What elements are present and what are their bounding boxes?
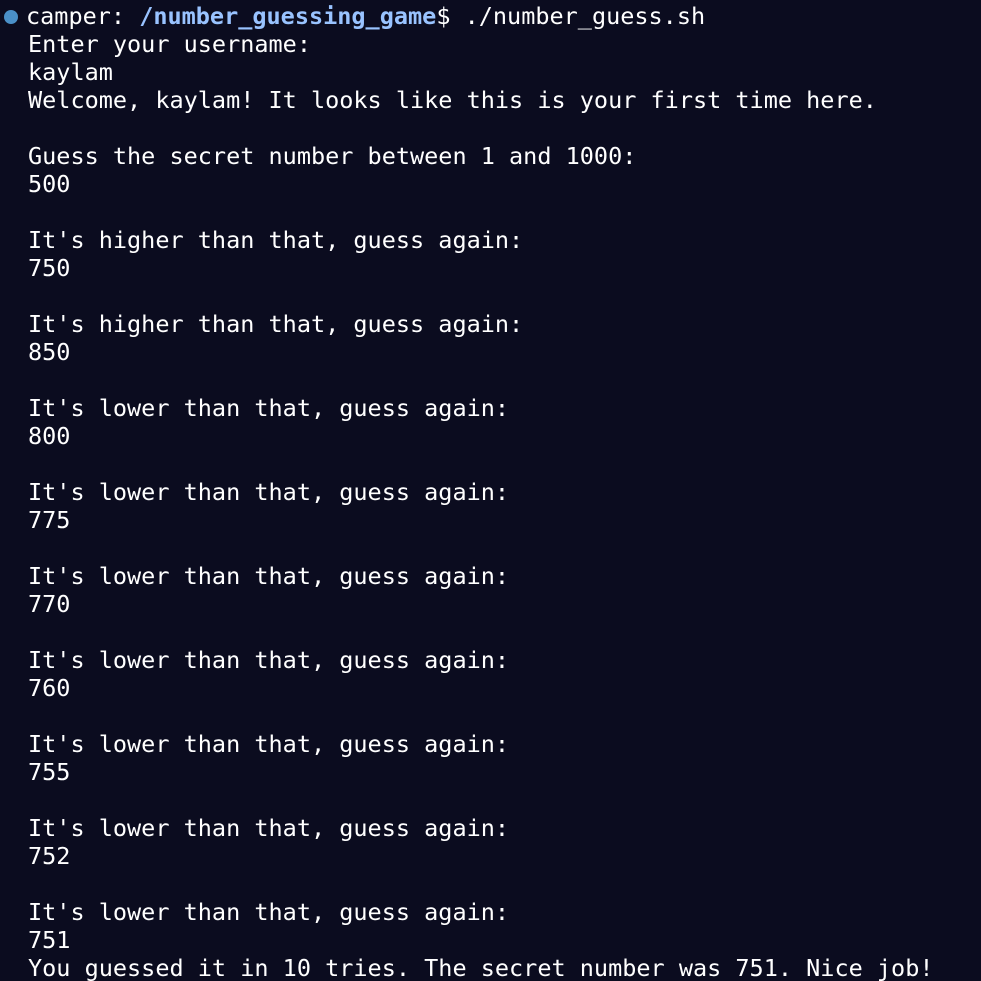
- guess-input: 751: [28, 926, 71, 954]
- hint-message: It's lower than that, guess again:: [28, 814, 510, 842]
- prompt-command: $ ./number_guess.sh: [436, 2, 706, 30]
- hint-message: It's lower than that, guess again:: [28, 478, 510, 506]
- guess-input: 750: [28, 254, 71, 282]
- guess-input: 755: [28, 758, 71, 786]
- guess-input: 760: [28, 674, 71, 702]
- hint-message: It's lower than that, guess again:: [28, 562, 510, 590]
- guess-prompt: Guess the secret number between 1 and 10…: [28, 142, 637, 170]
- guess-input: 500: [28, 170, 71, 198]
- hint-message: It's lower than that, guess again:: [28, 730, 510, 758]
- shell-prompt: camper: /number_guessing_game $ ./number…: [0, 2, 981, 30]
- guess-input: 752: [28, 842, 71, 870]
- hint-message: It's lower than that, guess again:: [28, 394, 510, 422]
- prompt-user: camper:: [26, 2, 140, 30]
- guess-input: 770: [28, 590, 71, 618]
- guess-input: 775: [28, 506, 71, 534]
- guess-input: 850: [28, 338, 71, 366]
- welcome-message: Welcome, kaylam! It looks like this is y…: [28, 86, 877, 114]
- terminal-window[interactable]: camper: /number_guessing_game $ ./number…: [0, 0, 981, 981]
- username-input: kaylam: [28, 58, 113, 86]
- hint-message: It's higher than that, guess again:: [28, 310, 524, 338]
- circle-dot-icon: [4, 9, 18, 24]
- username-prompt: Enter your username:: [28, 30, 311, 58]
- hint-message: It's higher than that, guess again:: [28, 226, 524, 254]
- result-message: You guessed it in 10 tries. The secret n…: [28, 954, 934, 981]
- hint-message: It's lower than that, guess again:: [28, 898, 510, 926]
- prompt-path: /number_guessing_game: [139, 2, 437, 30]
- guess-input: 800: [28, 422, 71, 450]
- hint-message: It's lower than that, guess again:: [28, 646, 510, 674]
